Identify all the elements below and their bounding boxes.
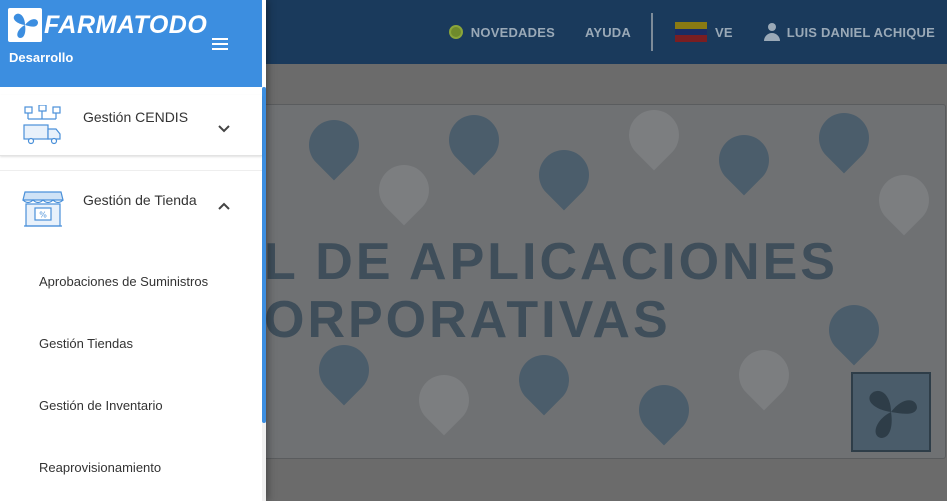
sidebar-group-gestion-de-tienda[interactable]: % Gestión de Tienda [0,170,262,240]
sidebar-item-label: Reaprovisionamiento [39,460,162,475]
ayuda-link[interactable]: AYUDA [585,25,631,40]
environment-label: Desarrollo [9,50,74,65]
farmatodo-logo-icon [8,8,42,42]
hamburger-menu-icon[interactable] [212,38,228,50]
country-selector[interactable]: VE [674,22,733,43]
sidebar-item-label: Aprobaciones de Suministros [39,274,209,289]
svg-text:%: % [39,211,47,220]
sidebar-group-gestion-cendis[interactable]: Gestión CENDIS [0,95,262,156]
sidebar-item-aprobaciones-de-suministros[interactable]: Aprobaciones de Suministros [0,251,262,313]
country-code: VE [714,24,733,40]
banner-title-line-1: L DE APLICACIONES [264,233,838,291]
banner-pattern-drop [298,109,370,181]
banner-pattern-drop [808,105,880,174]
sidebar-item-gestion-tiendas[interactable]: Gestión Tiendas [0,313,262,375]
banner-title: L DE APLICACIONES ORPORATIVAS [264,233,838,349]
novedades-label: NOVEDADES [470,24,555,40]
banner-pattern-drop [528,139,600,211]
banner-pattern-drop [408,364,480,436]
banner-pattern-drop [868,164,940,236]
drawer-header: FARMATODO Desarrollo [0,0,262,87]
banner-logo-icon [851,372,931,452]
sidebar-item-gestion-de-inventario[interactable]: Gestión de Inventario [0,375,262,437]
sidebar-group-label: Gestión de Tienda [83,192,197,208]
ayuda-label: AYUDA [584,24,631,40]
sidebar-group-label: Gestión CENDIS [83,109,189,125]
brand-logo[interactable]: FARMATODO [8,8,207,42]
banner-pattern-drop [368,154,440,226]
distribution-center-icon [23,105,61,145]
user-name: LUIS DANIEL ACHIQUE [786,24,935,40]
brand-name: FARMATODO [44,10,208,39]
user-icon [763,23,781,41]
topbar-divider [650,13,653,51]
drawer-scrollbar-thumb[interactable] [262,87,266,423]
chevron-up-icon [218,202,230,210]
novedades-indicator-icon [448,25,463,39]
sidebar-item-label: Gestión de Inventario [39,398,163,413]
chevron-down-icon [218,125,230,133]
novedades-link[interactable]: NOVEDADES [448,24,555,40]
banner-pattern-drop [628,374,700,446]
sidebar-item-label: Gestión Tiendas [39,336,133,351]
navigation-drawer: FARMATODO Desarrollo Gestión CENDIS % Ge… [0,0,266,501]
banner-pattern-drop [708,124,780,196]
banner-pattern-drop [728,339,800,411]
user-menu[interactable]: LUIS DANIEL ACHIQUE [763,23,935,41]
banner-title-line-2: ORPORATIVAS [264,291,671,349]
banner-pattern-drop [618,105,690,171]
banner-pattern-drop [438,105,510,176]
banner-pattern-drop [508,344,580,416]
venezuela-flag-icon [674,22,707,43]
store-icon: % [22,191,64,227]
sidebar-item-reaprovisionamiento[interactable]: Reaprovisionamiento [0,437,262,499]
